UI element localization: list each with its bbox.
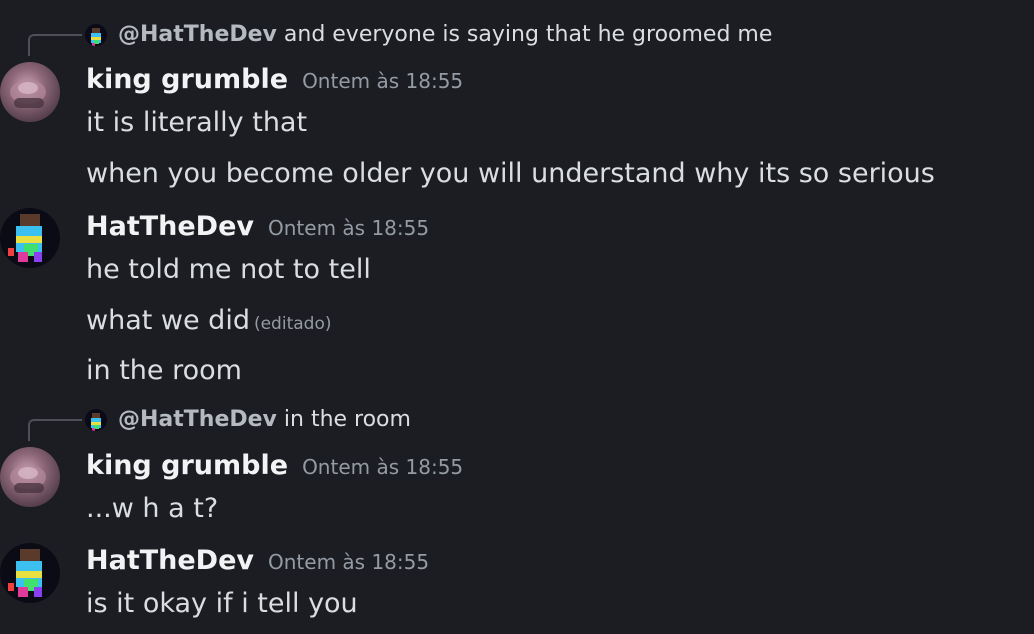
message-header: king grumble Ontem às 18:55 — [86, 62, 463, 98]
message-header: HatTheDev Ontem às 18:55 — [86, 543, 429, 579]
author-name[interactable]: HatTheDev — [86, 211, 254, 242]
message-timestamp[interactable]: Ontem às 18:55 — [268, 550, 429, 574]
message-text: it is literally that — [86, 107, 308, 138]
message-timestamp[interactable]: Ontem às 18:55 — [268, 216, 429, 240]
hatthedev-avatar-icon[interactable] — [85, 409, 107, 431]
message-text: in the room — [86, 355, 242, 386]
message-text: he told me not to tell — [86, 254, 371, 285]
reply-snippet: in the room — [283, 407, 411, 432]
message-text: is it okay if i tell you — [86, 588, 358, 619]
king-grumble-avatar-icon[interactable] — [0, 447, 60, 507]
author-name[interactable]: HatTheDev — [86, 545, 254, 576]
message-header: king grumble Ontem às 18:55 — [86, 448, 463, 484]
chat-message-list: @HatTheDev and everyone is saying that h… — [0, 0, 1034, 634]
reply-mention[interactable]: @HatTheDev — [118, 407, 277, 432]
hatthedev-avatar-icon[interactable] — [85, 24, 107, 46]
edited-label: (editado) — [253, 314, 332, 334]
message-text: what we did (editado) — [86, 303, 331, 342]
message-text: ...w h a t? — [86, 493, 219, 524]
message-text: when you become older you will understan… — [86, 158, 935, 189]
message-header: HatTheDev Ontem às 18:55 — [86, 209, 429, 245]
reply-snippet: and everyone is saying that he groomed m… — [283, 22, 773, 47]
author-name[interactable]: king grumble — [86, 64, 288, 95]
hatthedev-avatar-icon[interactable] — [0, 208, 60, 268]
message-timestamp[interactable]: Ontem às 18:55 — [302, 69, 463, 93]
message-timestamp[interactable]: Ontem às 18:55 — [302, 455, 463, 479]
reply-preview[interactable]: @HatTheDev and everyone is saying that h… — [0, 18, 1034, 52]
king-grumble-avatar-icon[interactable] — [0, 62, 60, 122]
author-name[interactable]: king grumble — [86, 450, 288, 481]
reply-preview[interactable]: @HatTheDev in the room — [0, 403, 1034, 437]
hatthedev-avatar-icon[interactable] — [0, 543, 60, 603]
message-text-content: what we did — [86, 305, 250, 336]
reply-mention[interactable]: @HatTheDev — [118, 22, 277, 47]
